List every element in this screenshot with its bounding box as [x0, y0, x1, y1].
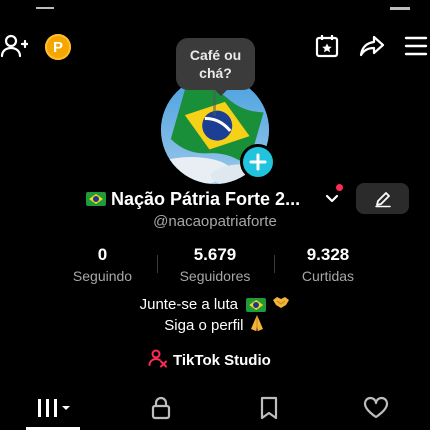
tab-saved[interactable] [256, 395, 282, 421]
bio-text: Siga o perfil [164, 316, 244, 334]
note-text: Café ou chá? [189, 47, 242, 81]
notification-dot [336, 184, 343, 191]
note-bubble[interactable]: Café ou chá? [176, 38, 255, 90]
status-bar [0, 0, 430, 10]
add-photo-button[interactable] [240, 144, 276, 180]
tiktok-studio-link[interactable]: TikTok Studio [148, 348, 271, 372]
heart-icon [363, 396, 389, 419]
lock-icon [151, 396, 171, 420]
brazil-flag-icon [246, 298, 267, 312]
menu-icon[interactable] [403, 33, 429, 59]
stat-followers[interactable]: 5.679 Seguidores [166, 244, 264, 286]
tiktok-studio-label: TikTok Studio [173, 351, 271, 369]
share-icon[interactable] [358, 32, 386, 60]
stat-divider [274, 255, 275, 273]
edit-profile-button[interactable] [356, 183, 409, 214]
praying-hands-icon [248, 314, 266, 338]
brazil-flag-icon [86, 192, 106, 206]
add-friend-icon[interactable] [0, 32, 28, 60]
grid-icon [38, 399, 70, 417]
display-name-row[interactable]: Nação Pátria Forte 2... [86, 186, 300, 212]
stat-divider [157, 255, 158, 273]
stat-likes[interactable]: 9.328 Curtidas [287, 244, 369, 286]
studio-person-icon [148, 348, 168, 372]
following-label: Seguindo [72, 268, 133, 284]
tab-private[interactable] [148, 395, 174, 421]
bio-text: Junte-se a luta [139, 295, 239, 313]
bookmark-icon [260, 396, 278, 420]
calendar-star-icon[interactable] [313, 32, 341, 60]
followers-count: 5.679 [193, 245, 237, 264]
bio-line: Junte-se a luta [0, 294, 430, 316]
bio-line: Siga o perfil [0, 314, 430, 338]
likes-label: Curtidas [301, 268, 355, 284]
tab-liked[interactable] [362, 395, 390, 421]
stat-following[interactable]: 0 Seguindo [60, 244, 145, 286]
note-bubble-tail [214, 89, 228, 96]
followers-label: Seguidores [179, 268, 251, 284]
tab-videos[interactable] [34, 396, 74, 420]
likes-count: 9.328 [306, 245, 350, 264]
handshake-icon [272, 294, 290, 316]
following-count: 0 [97, 245, 108, 264]
username: @nacaopatriaforte [153, 213, 277, 230]
coins-icon[interactable]: P [45, 34, 71, 60]
chevron-down-icon[interactable] [322, 188, 342, 208]
display-name: Nação Pátria Forte 2... [111, 188, 301, 209]
